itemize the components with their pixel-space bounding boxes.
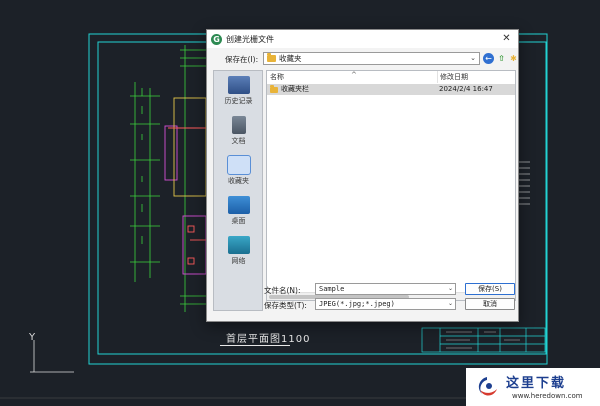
dialog-title: 创建光栅文件 <box>226 34 274 44</box>
chevron-down-icon[interactable]: ⌄ <box>448 299 453 309</box>
cad-caption-underline <box>220 345 290 346</box>
app-logo-icon: G <box>211 33 222 45</box>
filename-label: 文件名(N): <box>264 286 301 295</box>
filename-input[interactable]: Sample ⌄ <box>315 283 456 295</box>
place-label: 网络 <box>231 257 246 265</box>
chevron-down-icon[interactable]: ⌄ <box>448 284 453 294</box>
favorites-icon <box>226 155 251 175</box>
documents-icon <box>231 116 246 134</box>
new-folder-icon[interactable]: ✱ <box>508 53 519 64</box>
column-name-label: 名称 <box>270 73 284 81</box>
watermark-title: 这里下载 <box>506 376 567 391</box>
look-in-row: 保存在(I): 收藏夹 ⌄ ← ⇧ ✱ <box>207 50 518 67</box>
place-label: 文档 <box>231 137 246 145</box>
network-icon <box>227 236 250 254</box>
create-raster-dialog: G 创建光栅文件 ✕ 保存在(I): 收藏夹 ⌄ ← ⇧ ✱ 历史记录 文档 收… <box>206 29 519 322</box>
look-in-value: 收藏夹 <box>279 54 302 63</box>
up-folder-icon[interactable]: ⇧ <box>496 53 507 64</box>
history-icon <box>227 76 250 94</box>
look-in-dropdown[interactable]: 收藏夹 ⌄ <box>263 52 480 65</box>
folder-icon <box>267 53 276 62</box>
folder-icon <box>270 85 278 93</box>
close-button[interactable]: ✕ <box>500 32 513 45</box>
filetype-select[interactable]: JPEG(*.jpg;*.jpeg) ⌄ <box>315 298 456 310</box>
places-bar: 历史记录 文档 收藏夹 桌面 网络 <box>213 70 263 311</box>
place-desktop[interactable]: 桌面 <box>216 193 261 231</box>
file-modified: 2024/2/4 16:47 <box>439 85 493 93</box>
place-label: 收藏夹 <box>228 177 249 185</box>
cad-axis-y-label: Y <box>28 332 36 343</box>
file-name: 收藏夹栏 <box>281 85 309 93</box>
desktop-icon <box>227 196 250 214</box>
place-documents[interactable]: 文档 <box>216 113 261 151</box>
filetype-label: 保存类型(T): <box>264 301 307 310</box>
place-label: 历史记录 <box>224 97 253 105</box>
filetype-value: JPEG(*.jpg;*.jpeg) <box>319 300 395 308</box>
place-favorites[interactable]: 收藏夹 <box>216 153 261 191</box>
site-logo-icon <box>478 377 497 396</box>
save-button[interactable]: 保存(S) <box>465 283 515 295</box>
watermark-url: www.heredown.com <box>512 392 583 400</box>
cad-drawing-caption: 首层平面图1100 <box>226 334 311 345</box>
look-in-label: 保存在(I): <box>225 55 259 64</box>
dialog-titlebar[interactable]: G 创建光栅文件 ✕ <box>207 30 518 48</box>
place-network[interactable]: 网络 <box>216 233 261 271</box>
back-arrow-icon[interactable]: ← <box>483 53 494 64</box>
cancel-button[interactable]: 取消 <box>465 298 515 310</box>
sort-caret-icon: ^ <box>351 71 357 79</box>
site-watermark: 这里下载 www.heredown.com <box>466 368 600 406</box>
list-item[interactable]: 收藏夹栏 2024/2/4 16:47 <box>267 84 515 95</box>
place-history[interactable]: 历史记录 <box>216 73 261 111</box>
column-header-modified[interactable]: 修改日期 <box>437 71 517 83</box>
column-header-name[interactable]: 名称 ^ <box>267 71 435 83</box>
filename-value: Sample <box>319 285 345 293</box>
chevron-down-icon: ⌄ <box>470 54 476 62</box>
file-list[interactable]: 名称 ^ 修改日期 收藏夹栏 2024/2/4 16:47 <box>266 70 516 301</box>
place-label: 桌面 <box>231 217 246 225</box>
